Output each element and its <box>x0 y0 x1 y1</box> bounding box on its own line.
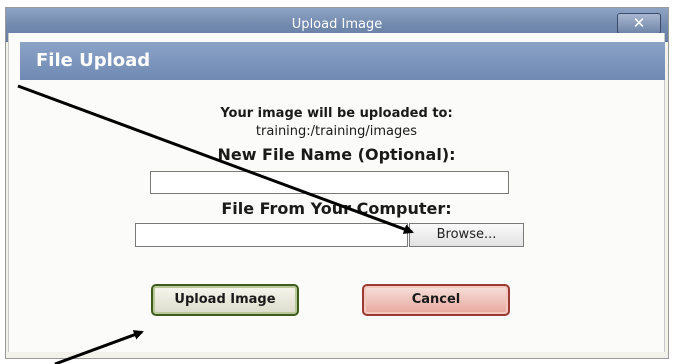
upload-image-button[interactable]: Upload Image <box>151 284 299 316</box>
close-icon: ✕ <box>632 14 646 32</box>
destination-path: training:/training/images <box>255 124 418 139</box>
close-button[interactable]: ✕ <box>617 13 661 34</box>
file-from-computer-label: File From Your Computer: <box>221 199 452 218</box>
browse-button[interactable]: Browse... <box>409 223 524 247</box>
file-path-input[interactable] <box>135 223 408 247</box>
dialog-title: Upload Image <box>291 17 383 32</box>
destination-label: Your image will be uploaded to: <box>220 106 453 121</box>
new-file-name-label: New File Name (Optional): <box>217 145 456 164</box>
section-header: File Upload <box>20 42 665 80</box>
new-file-name-input[interactable] <box>150 171 509 194</box>
cancel-button[interactable]: Cancel <box>362 284 510 316</box>
